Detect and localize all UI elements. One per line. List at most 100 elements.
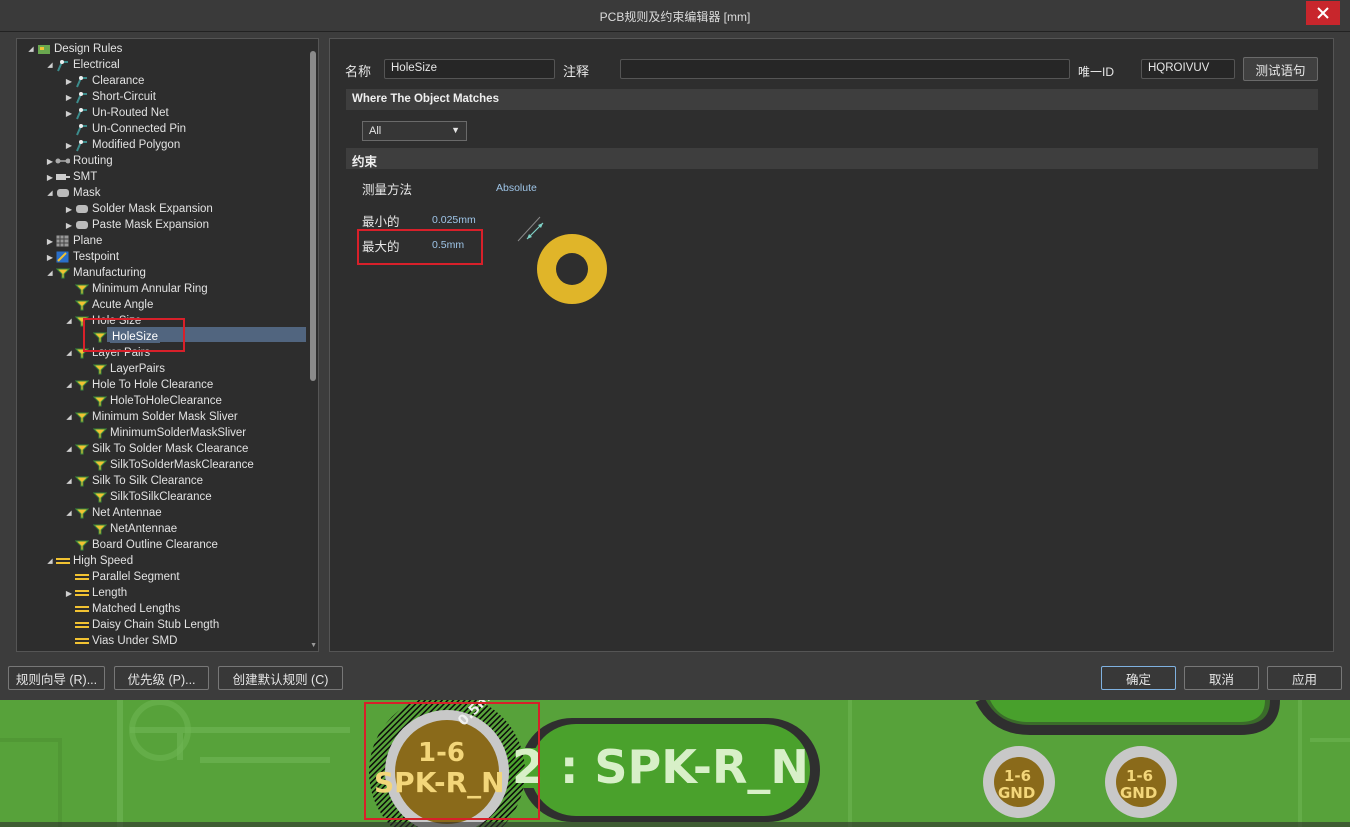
tree-item[interactable]: Un-Connected Pin xyxy=(64,121,318,137)
name-input[interactable]: HoleSize xyxy=(384,59,555,79)
collapse-arrow-icon[interactable]: ◢ xyxy=(64,413,74,421)
tree-item[interactable]: ▶ Length xyxy=(64,585,318,601)
tree-item[interactable]: ◢ Minimum Solder Mask Sliver xyxy=(64,409,318,425)
scroll-down-icon[interactable]: ▼ xyxy=(310,642,317,649)
tree-item[interactable]: ◢ Net Antennae xyxy=(64,505,318,521)
close-button[interactable] xyxy=(1306,1,1340,25)
design-rules-icon xyxy=(36,43,51,56)
expand-arrow-icon[interactable]: ▶ xyxy=(64,205,74,214)
expand-arrow-icon[interactable]: ▶ xyxy=(64,221,74,230)
tree-item[interactable]: Matched Lengths xyxy=(64,601,318,617)
collapse-arrow-icon[interactable]: ◢ xyxy=(64,317,74,325)
cancel-button[interactable]: 取消 xyxy=(1184,666,1259,690)
test-query-button[interactable]: 测试语句 xyxy=(1243,57,1318,81)
tree-item[interactable]: ▶ SMT xyxy=(45,169,318,185)
tree-item[interactable]: ▶ Solder Mask Expansion xyxy=(64,201,318,217)
manufacturing-rule-icon xyxy=(74,283,89,296)
tree-item[interactable]: ▶ Paste Mask Expansion xyxy=(64,217,318,233)
expand-arrow-icon[interactable]: ▶ xyxy=(45,237,55,246)
manufacturing-rule-icon xyxy=(92,363,107,376)
collapse-arrow-icon[interactable]: ◢ xyxy=(45,269,55,277)
tree-item-label: Parallel Segment xyxy=(92,571,180,583)
tree-item[interactable]: Daisy Chain Stub Length xyxy=(64,617,318,633)
collapse-arrow-icon[interactable]: ◢ xyxy=(64,477,74,485)
tree-item[interactable]: MinimumSolderMaskSliver xyxy=(82,425,318,441)
electrical-rule-icon xyxy=(74,123,89,136)
tree-item[interactable]: ▶ Plane xyxy=(45,233,318,249)
tree-scrollbar-thumb[interactable] xyxy=(310,51,316,381)
tree-item[interactable]: Acute Angle xyxy=(64,297,318,313)
tree-item[interactable]: ◢ High Speed xyxy=(45,553,318,569)
ok-button[interactable]: 确定 xyxy=(1101,666,1176,690)
tree-item[interactable]: SilkToSilkClearance xyxy=(82,489,318,505)
rule-wizard-button[interactable]: 规则向导 (R)... xyxy=(8,666,105,690)
collapse-arrow-icon[interactable]: ◢ xyxy=(45,189,55,197)
collapse-arrow-icon[interactable]: ◢ xyxy=(64,509,74,517)
expand-arrow-icon[interactable]: ▶ xyxy=(64,93,74,102)
tree-item[interactable]: Parallel Segment xyxy=(64,569,318,585)
rule-detail-panel: 名称 HoleSize 注释 唯一ID HQROIVUV 测试语句 Where … xyxy=(329,38,1334,652)
tree-item-label: HoleToHoleClearance xyxy=(110,395,222,407)
tree-item[interactable]: ▶ Clearance xyxy=(64,73,318,89)
tree-item[interactable]: ▶ Un-Routed Net xyxy=(64,105,318,121)
tree-item-label: SilkToSilkClearance xyxy=(110,491,212,503)
tree-item-label: Clearance xyxy=(92,75,145,87)
comment-input[interactable] xyxy=(620,59,1070,79)
match-scope-select[interactable]: All ▼ xyxy=(362,121,467,141)
tree-item[interactable]: ▶ Short-Circuit xyxy=(64,89,318,105)
manufacturing-rule-icon xyxy=(74,507,89,520)
expand-arrow-icon[interactable]: ▶ xyxy=(64,77,74,86)
tree-item-label: Length xyxy=(92,587,128,599)
tree-item[interactable]: ◢ Silk To Solder Mask Clearance xyxy=(64,441,318,457)
measure-method-value[interactable]: Absolute xyxy=(496,182,537,194)
tree-item[interactable]: Board Outline Clearance xyxy=(64,537,318,553)
tree-item[interactable]: ▶ Modified Polygon xyxy=(64,137,318,153)
tree-item-label: Daisy Chain Stub Length xyxy=(92,619,220,631)
collapse-arrow-icon[interactable]: ◢ xyxy=(26,45,36,53)
collapse-arrow-icon[interactable]: ◢ xyxy=(45,61,55,69)
tree-item[interactable]: ◢ Hole To Hole Clearance xyxy=(64,377,318,393)
highlight-box-holesize xyxy=(83,318,185,352)
high-speed-rule-icon xyxy=(74,603,89,616)
collapse-arrow-icon[interactable]: ◢ xyxy=(64,381,74,389)
tree-item[interactable]: NetAntennae xyxy=(82,521,318,537)
tree-item[interactable]: ◢ Design Rules xyxy=(26,41,316,57)
manufacturing-rule-icon xyxy=(92,395,107,408)
priorities-button[interactable]: 优先级 (P)... xyxy=(114,666,209,690)
manufacturing-rule-icon xyxy=(74,379,89,392)
expand-arrow-icon[interactable]: ▶ xyxy=(45,173,55,182)
tree-item[interactable]: Minimum Annular Ring xyxy=(64,281,318,297)
pcb-view[interactable]: 1-6 SPK-R_N 0.5mm 2 : SPK-R_N 1-6 GND 1-… xyxy=(0,700,1350,827)
tree-scrollbar[interactable] xyxy=(310,43,316,647)
tree-item-label: SMT xyxy=(73,171,98,183)
match-scope-value: All xyxy=(369,125,382,137)
unique-id-input[interactable]: HQROIVUV xyxy=(1141,59,1235,79)
collapse-arrow-icon[interactable]: ◢ xyxy=(64,349,74,357)
tree-item[interactable]: ◢ Mask xyxy=(45,185,318,201)
hole-size-diagram xyxy=(517,216,607,304)
tree-item[interactable]: ▶ Testpoint xyxy=(45,249,318,265)
create-default-rules-button[interactable]: 创建默认规则 (C) xyxy=(218,666,343,690)
electrical-rule-icon xyxy=(74,91,89,104)
tree-item[interactable]: ◢ Manufacturing xyxy=(45,265,318,281)
tree-item[interactable]: SilkToSolderMaskClearance xyxy=(82,457,318,473)
apply-button[interactable]: 应用 xyxy=(1267,666,1342,690)
tree-item[interactable]: Vias Under SMD xyxy=(64,633,318,649)
collapse-arrow-icon[interactable]: ◢ xyxy=(45,557,55,565)
electrical-icon xyxy=(55,59,70,72)
tree-item[interactable]: ◢ Silk To Silk Clearance xyxy=(64,473,318,489)
tree-item[interactable]: ▶ Routing xyxy=(45,153,318,169)
tree-item-label: Acute Angle xyxy=(92,299,154,311)
tree-item[interactable]: ◢ Electrical xyxy=(45,57,318,73)
expand-arrow-icon[interactable]: ▶ xyxy=(64,109,74,118)
smt-icon xyxy=(55,171,70,184)
min-size-value[interactable]: 0.025mm xyxy=(432,214,476,226)
expand-arrow-icon[interactable]: ▶ xyxy=(64,141,74,150)
manufacturing-rule-icon xyxy=(74,411,89,424)
tree-item[interactable]: HoleToHoleClearance xyxy=(82,393,318,409)
tree-item[interactable]: LayerPairs xyxy=(82,361,318,377)
expand-arrow-icon[interactable]: ▶ xyxy=(64,589,74,598)
expand-arrow-icon[interactable]: ▶ xyxy=(45,253,55,262)
collapse-arrow-icon[interactable]: ◢ xyxy=(64,445,74,453)
expand-arrow-icon[interactable]: ▶ xyxy=(45,157,55,166)
